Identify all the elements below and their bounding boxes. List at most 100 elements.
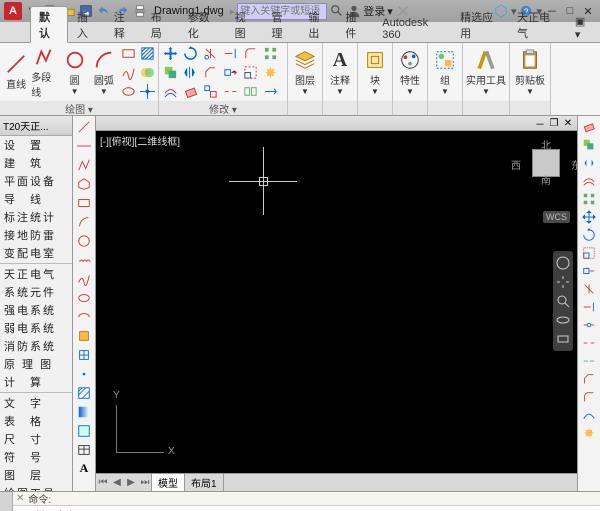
panel-title[interactable]: 修改 ▾ — [159, 101, 287, 115]
doc-restore-icon[interactable]: ❐ — [548, 117, 560, 129]
array-icon[interactable] — [581, 190, 598, 207]
stretch-icon[interactable] — [221, 63, 239, 81]
point-icon[interactable] — [138, 82, 156, 100]
join-icon[interactable] — [581, 352, 598, 369]
polyline-button[interactable]: 多段线 — [31, 45, 59, 99]
trim-icon[interactable] — [581, 280, 598, 297]
extend-icon[interactable] — [221, 44, 239, 62]
layout-next-icon[interactable]: ▶ — [124, 477, 138, 488]
blend-icon[interactable] — [581, 406, 598, 423]
ribbon-collapse-icon[interactable]: ▣ ▾ — [567, 13, 600, 42]
tab-addins[interactable]: 插件 — [337, 7, 373, 42]
break-icon[interactable] — [581, 334, 598, 351]
tab-default[interactable]: 默认 — [30, 6, 68, 43]
arc-button[interactable]: 圆弧▼ — [90, 45, 118, 99]
tab-annotate[interactable]: 注释 — [106, 7, 142, 42]
sidebar-item[interactable]: 设 置 — [0, 136, 72, 154]
panel-title[interactable] — [288, 101, 322, 115]
tab-parametric[interactable]: 参数化 — [180, 7, 226, 42]
sidebar-item[interactable]: 文 字 — [0, 394, 72, 412]
fillet-icon[interactable] — [241, 44, 259, 62]
arc-icon[interactable] — [76, 213, 93, 230]
region-icon[interactable] — [138, 63, 156, 81]
sidebar-item[interactable]: 弱电系统 — [0, 319, 72, 337]
gradient-icon[interactable] — [76, 403, 93, 420]
layout-first-icon[interactable]: ⏮ — [96, 477, 110, 488]
point-icon[interactable] — [76, 365, 93, 382]
explode-icon[interactable] — [581, 424, 598, 441]
canvas[interactable]: [-][俯视][二维线框] Y X 北 南 西 东 WCS — [96, 131, 577, 473]
polyline-icon[interactable] — [76, 156, 93, 173]
command-input[interactable]: ▷▬键入命令 — [13, 506, 600, 511]
mtext-icon[interactable]: A — [76, 460, 93, 477]
tab-insert[interactable]: 插入 — [69, 7, 105, 42]
move-icon[interactable] — [161, 44, 179, 62]
rect-icon[interactable] — [76, 194, 93, 211]
join-icon[interactable] — [241, 82, 259, 100]
erase-icon[interactable] — [181, 82, 199, 100]
hatch-icon[interactable] — [138, 44, 156, 62]
circle-icon[interactable] — [76, 232, 93, 249]
orbit-icon[interactable] — [555, 312, 571, 328]
trim-icon[interactable] — [201, 44, 219, 62]
tab-a360[interactable]: Autodesk 360 — [374, 15, 451, 42]
ellipse-icon[interactable] — [76, 289, 93, 306]
showmotion-icon[interactable] — [555, 331, 571, 347]
sidebar-item[interactable]: 建 筑 — [0, 154, 72, 172]
viewcube[interactable]: 北 南 西 东 — [523, 139, 569, 185]
sidebar-item[interactable]: 符 号 — [0, 448, 72, 466]
block-button[interactable]: 块▼ — [360, 45, 390, 99]
panel-title[interactable] — [323, 101, 357, 115]
line-button[interactable]: 直线 — [2, 45, 30, 99]
tab-tangent[interactable]: 天正电气 — [509, 7, 565, 42]
sidebar-item[interactable]: 导 线 — [0, 190, 72, 208]
panel-title[interactable] — [393, 101, 427, 115]
ellipse-arc-icon[interactable] — [76, 308, 93, 325]
sidebar-item[interactable]: 接地防雷 — [0, 226, 72, 244]
lengthen-icon[interactable] — [261, 82, 279, 100]
tab-featured[interactable]: 精选应用 — [452, 7, 508, 42]
table-icon[interactable] — [76, 441, 93, 458]
cmd-handle[interactable] — [0, 492, 13, 511]
tangent-panel-title[interactable]: T20天正... — [0, 116, 72, 136]
ellipse-icon[interactable] — [119, 82, 137, 100]
wcs-label[interactable]: WCS — [543, 211, 570, 223]
sidebar-item[interactable]: 原 理 图 — [0, 355, 72, 373]
xline-icon[interactable] — [76, 137, 93, 154]
hatch-icon[interactable] — [76, 384, 93, 401]
panel-title[interactable]: 绘图 ▾ — [0, 101, 158, 115]
wheel-icon[interactable] — [555, 255, 571, 271]
sidebar-item[interactable]: 尺 寸 — [0, 430, 72, 448]
chamfer-icon[interactable] — [581, 370, 598, 387]
sidebar-item[interactable]: 计 算 — [0, 373, 72, 391]
mirror-icon[interactable] — [181, 63, 199, 81]
revcloud-icon[interactable] — [76, 251, 93, 268]
panel-title[interactable] — [510, 101, 550, 115]
spline-icon[interactable] — [76, 270, 93, 287]
layout-prev-icon[interactable]: ◀ — [110, 477, 124, 488]
panel-title[interactable] — [463, 101, 509, 115]
doc-minimize-icon[interactable]: － — [534, 117, 546, 129]
make-block-icon[interactable] — [76, 346, 93, 363]
panel-title[interactable] — [358, 101, 392, 115]
model-tab[interactable]: 模型 — [151, 473, 185, 492]
offset-icon[interactable] — [581, 172, 598, 189]
line-icon[interactable] — [76, 118, 93, 135]
layer-button[interactable]: 图层▼ — [290, 45, 320, 99]
sidebar-item[interactable]: 系统元件 — [0, 283, 72, 301]
rotate-icon[interactable] — [581, 226, 598, 243]
sidebar-item[interactable]: 表 格 — [0, 412, 72, 430]
utilities-button[interactable]: 实用工具▼ — [465, 45, 507, 99]
scale-icon[interactable] — [581, 244, 598, 261]
spline-icon[interactable] — [119, 63, 137, 81]
sidebar-item[interactable]: 绘图工具 — [0, 484, 72, 491]
tab-layout[interactable]: 布局 — [143, 7, 179, 42]
extend-icon[interactable] — [581, 298, 598, 315]
break-point-icon[interactable] — [581, 316, 598, 333]
array-icon[interactable] — [261, 44, 279, 62]
sidebar-item[interactable]: 强电系统 — [0, 301, 72, 319]
copy-icon[interactable] — [161, 63, 179, 81]
sidebar-item[interactable]: 图 层 — [0, 466, 72, 484]
doc-close-icon[interactable]: ✕ — [562, 117, 574, 129]
sidebar-item[interactable]: 消防系统 — [0, 337, 72, 355]
